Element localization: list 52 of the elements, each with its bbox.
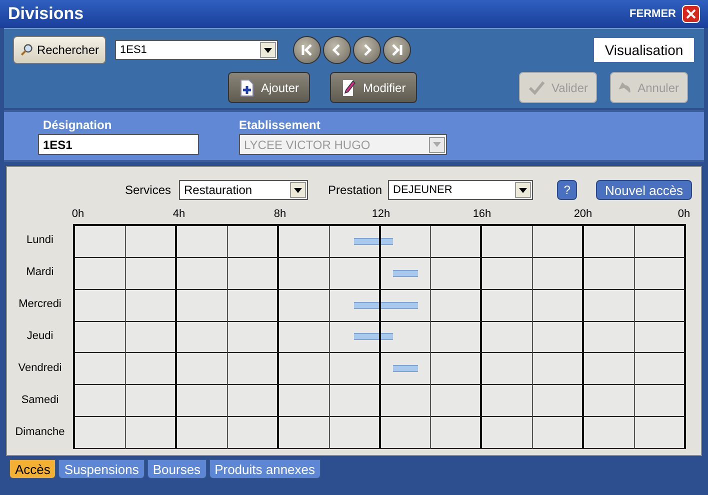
services-dropdown[interactable]: Restauration [179, 180, 308, 200]
prestation-label: Prestation [328, 182, 382, 199]
search-icon [20, 42, 33, 58]
checkmark-icon [528, 80, 546, 96]
edit-button[interactable]: Modifier [330, 72, 417, 103]
last-record-icon [389, 42, 405, 58]
hour-label: 12h [370, 207, 392, 222]
booked-time-bar[interactable] [380, 302, 393, 309]
pencil-icon [341, 78, 358, 96]
window-title: Divisions [8, 3, 84, 26]
prestation-dropdown[interactable]: DEJEUNER [388, 180, 534, 200]
dropdown-caret-icon[interactable] [290, 182, 306, 198]
close-label: FERMER [630, 6, 676, 22]
day-label: Jeudi [26, 328, 54, 344]
booked-time-bar[interactable] [380, 238, 393, 245]
designation-label: Désignation [42, 117, 113, 134]
mode-indicator: Visualisation [594, 38, 694, 62]
services-label: Services [125, 182, 172, 199]
establishment-label: Etablissement [239, 117, 322, 134]
day-label: Vendredi [18, 360, 62, 376]
tab[interactable]: Produits annexes [208, 459, 322, 479]
day-label: Samedi [21, 392, 59, 408]
hour-label: 4h [172, 207, 186, 222]
hour-label: 0h [70, 207, 86, 222]
help-button[interactable]: ? [557, 180, 578, 200]
close-button[interactable] [682, 5, 700, 23]
hour-label: 20h [572, 207, 594, 222]
hour-label: 0h [676, 207, 692, 222]
add-document-icon [239, 78, 255, 96]
search-button[interactable]: Rechercher [13, 36, 106, 64]
next-record-button[interactable] [353, 36, 381, 64]
hour-label: 8h [272, 207, 288, 222]
tab[interactable]: Accès [9, 459, 56, 479]
day-label: Lundi [26, 232, 54, 248]
dropdown-caret-icon[interactable] [260, 42, 276, 58]
designation-field[interactable]: 1ES1 [38, 134, 199, 155]
first-record-button[interactable] [293, 36, 321, 64]
record-dropdown[interactable]: 1ES1 [115, 40, 278, 60]
hour-label: 16h [472, 207, 492, 222]
tab[interactable]: Bourses [146, 459, 207, 479]
last-record-button[interactable] [383, 36, 411, 64]
booked-time-bar[interactable] [380, 333, 393, 340]
day-label: Mardi [26, 264, 54, 280]
add-button[interactable]: Ajouter [228, 72, 310, 103]
close-icon [686, 9, 696, 19]
previous-record-button[interactable] [323, 36, 351, 64]
first-record-icon [299, 42, 315, 58]
dropdown-caret-icon[interactable] [515, 182, 532, 198]
day-label: Dimanche [15, 424, 65, 440]
tab[interactable]: Suspensions [58, 459, 145, 479]
new-access-button[interactable]: Nouvel accès [596, 180, 692, 200]
day-label: Mercredi [18, 296, 62, 312]
